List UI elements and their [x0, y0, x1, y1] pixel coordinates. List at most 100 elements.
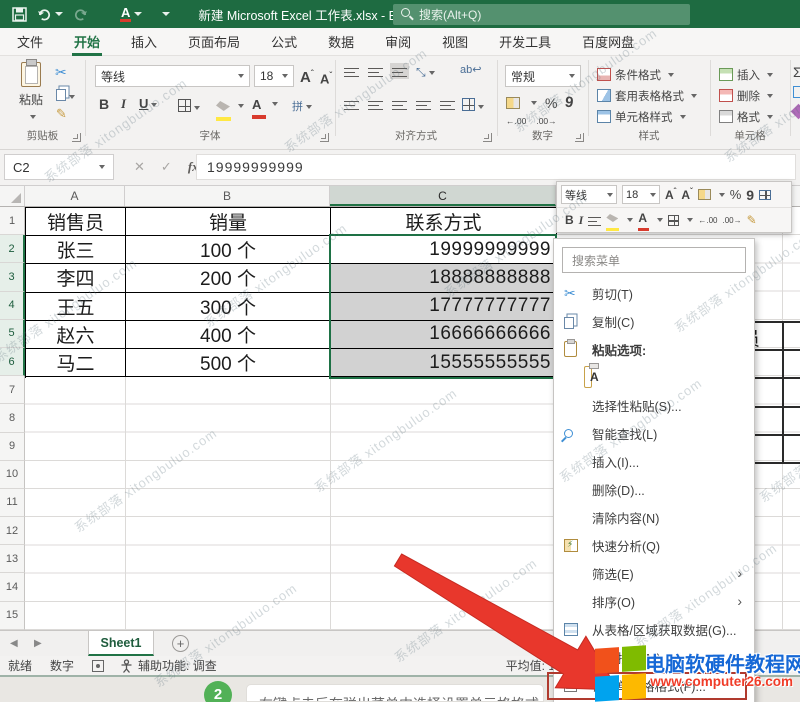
cell-A5[interactable]: 赵六 — [26, 321, 126, 349]
mini-accounting-icon[interactable] — [698, 189, 711, 200]
search-box[interactable]: 搜索(Alt+Q) — [393, 4, 690, 25]
mini-fill-caret[interactable] — [627, 218, 633, 222]
row-header-4[interactable]: 4 — [0, 292, 25, 320]
cancel-icon[interactable]: ✕ — [134, 159, 145, 175]
cell-C3[interactable]: 18888888888 — [331, 264, 557, 292]
sheet-tab-sheet1[interactable]: Sheet1 — [88, 631, 154, 656]
name-box[interactable]: C2 — [4, 154, 114, 180]
mini-comma-button[interactable]: 9 — [746, 187, 754, 203]
tab-data[interactable]: 数据 — [326, 27, 356, 56]
row-header-5[interactable]: 5 — [0, 320, 25, 348]
menu-item-copy[interactable]: 复制(C) — [554, 307, 754, 335]
enter-icon[interactable]: ✓ — [161, 159, 172, 175]
menu-search-box[interactable]: 搜索菜单 — [562, 247, 746, 273]
font-dialog-launcher[interactable] — [320, 133, 329, 142]
row-header-10[interactable]: 10 — [0, 461, 25, 489]
column-header-B[interactable]: B — [125, 186, 330, 206]
customize-qat-caret[interactable] — [162, 12, 170, 16]
mini-center-button[interactable] — [588, 214, 601, 226]
cell-C2-active[interactable]: 19999999999 — [331, 236, 557, 264]
cell-C1[interactable]: 联系方式 — [331, 208, 557, 236]
row-header-12[interactable]: 12 — [0, 517, 25, 545]
row-header-11[interactable]: 11 — [0, 489, 25, 517]
redo-icon[interactable] — [73, 7, 88, 21]
cell-B3[interactable]: 200 个 — [126, 264, 331, 292]
alignment-dialog-launcher[interactable] — [483, 133, 492, 142]
mini-borders-icon[interactable] — [668, 215, 679, 226]
menu-item-quick-analysis[interactable]: 快速分析(Q) — [554, 531, 754, 559]
row-header-7[interactable]: 7 — [0, 376, 25, 404]
formula-input[interactable]: 19999999999 — [196, 154, 796, 180]
sheet-nav-right-icon[interactable]: ▶ — [34, 638, 48, 649]
cell-C5[interactable]: 16666666666 — [331, 321, 557, 349]
mini-decrease-decimal[interactable]: .00→ — [722, 216, 741, 225]
cell-A2[interactable]: 张三 — [26, 236, 126, 264]
cell-B1[interactable]: 销量 — [126, 208, 331, 236]
save-icon[interactable] — [12, 7, 27, 22]
mini-bold-button[interactable]: B — [565, 213, 574, 227]
tab-baidu-netdisk[interactable]: 百度网盘 — [580, 27, 636, 56]
tab-review[interactable]: 审阅 — [383, 27, 413, 56]
menu-item-get-data-from-table[interactable]: 从表格/区域获取数据(G)... — [554, 615, 754, 643]
macro-record-icon[interactable] — [92, 660, 104, 672]
row-header-3[interactable]: 3 — [0, 263, 25, 291]
tab-page-layout[interactable]: 页面布局 — [186, 27, 242, 56]
font-color-qat-button[interactable]: A — [120, 6, 142, 22]
cell-B6[interactable]: 500 个 — [126, 349, 331, 377]
menu-item-filter[interactable]: 筛选(E) — [554, 559, 754, 587]
menu-item-insert[interactable]: 插入(I)... — [554, 447, 754, 475]
mini-font-size-select[interactable]: 18 — [622, 185, 660, 204]
tab-developer[interactable]: 开发工具 — [497, 27, 553, 56]
mini-italic-button[interactable]: I — [579, 213, 584, 228]
select-all-button[interactable] — [0, 186, 25, 206]
row-header-13[interactable]: 13 — [0, 545, 25, 573]
row-header-15[interactable]: 15 — [0, 602, 25, 630]
mini-borders-caret[interactable] — [687, 218, 693, 222]
cell-B5[interactable]: 400 个 — [126, 321, 331, 349]
row-header-9[interactable]: 9 — [0, 433, 25, 461]
menu-item-paste-keep-formatting[interactable] — [554, 363, 754, 391]
mini-accounting-caret[interactable] — [719, 193, 725, 197]
clipboard-dialog-launcher[interactable] — [72, 133, 81, 142]
mini-fill-color-button[interactable] — [606, 209, 619, 231]
fill-down-icon[interactable] — [793, 86, 800, 98]
mini-font-name-select[interactable]: 等线 — [561, 185, 617, 204]
cell-A3[interactable]: 李四 — [26, 264, 126, 292]
cell-B2[interactable]: 100 个 — [126, 236, 331, 264]
undo-dropdown-caret[interactable] — [55, 12, 63, 16]
tab-view[interactable]: 视图 — [440, 27, 470, 56]
mini-increase-decimal[interactable]: ←.00 — [698, 216, 717, 225]
mini-percent-button[interactable]: % — [730, 187, 742, 202]
menu-item-sort[interactable]: 排序(O) — [554, 587, 754, 615]
cell-A4[interactable]: 王五 — [26, 293, 126, 321]
autosum-button[interactable]: Σ — [793, 64, 800, 80]
undo-button[interactable] — [37, 7, 63, 21]
tab-home[interactable]: 开始 — [72, 27, 102, 56]
tab-formulas[interactable]: 公式 — [269, 27, 299, 56]
cell-A1[interactable]: 销售员 — [26, 208, 126, 236]
row-header-6[interactable]: 6 — [0, 348, 25, 376]
mini-font-color-button[interactable]: A — [638, 209, 649, 231]
row-header-2[interactable]: 2 — [0, 235, 25, 263]
row-header-8[interactable]: 8 — [0, 404, 25, 432]
mini-format-painter-icon[interactable]: ✎ — [747, 213, 757, 227]
menu-item-delete[interactable]: 删除(D)... — [554, 475, 754, 503]
mini-font-color-caret[interactable] — [657, 218, 663, 222]
menu-item-cut[interactable]: ✂剪切(T) — [554, 279, 754, 307]
cell-A6[interactable]: 马二 — [26, 349, 126, 377]
column-header-A[interactable]: A — [25, 186, 125, 206]
menu-item-clear-contents[interactable]: 清除内容(N) — [554, 503, 754, 531]
mini-grow-font-button[interactable]: Aˆ — [665, 187, 676, 202]
mini-shrink-font-button[interactable]: Aˇ — [681, 187, 692, 202]
row-header-14[interactable]: 14 — [0, 573, 25, 601]
tab-file[interactable]: 文件 — [15, 27, 45, 56]
sheet-nav-left-icon[interactable]: ◀ — [10, 638, 24, 649]
tab-insert[interactable]: 插入 — [129, 27, 159, 56]
new-sheet-button[interactable]: + — [172, 635, 189, 652]
font-color-caret[interactable] — [134, 12, 142, 16]
clear-icon[interactable] — [791, 104, 800, 120]
cell-C4[interactable]: 17777777777 — [331, 293, 557, 321]
menu-item-smart-lookup[interactable]: 智能查找(L) — [554, 419, 754, 447]
cell-B4[interactable]: 300 个 — [126, 293, 331, 321]
column-header-C[interactable]: C — [330, 186, 556, 206]
